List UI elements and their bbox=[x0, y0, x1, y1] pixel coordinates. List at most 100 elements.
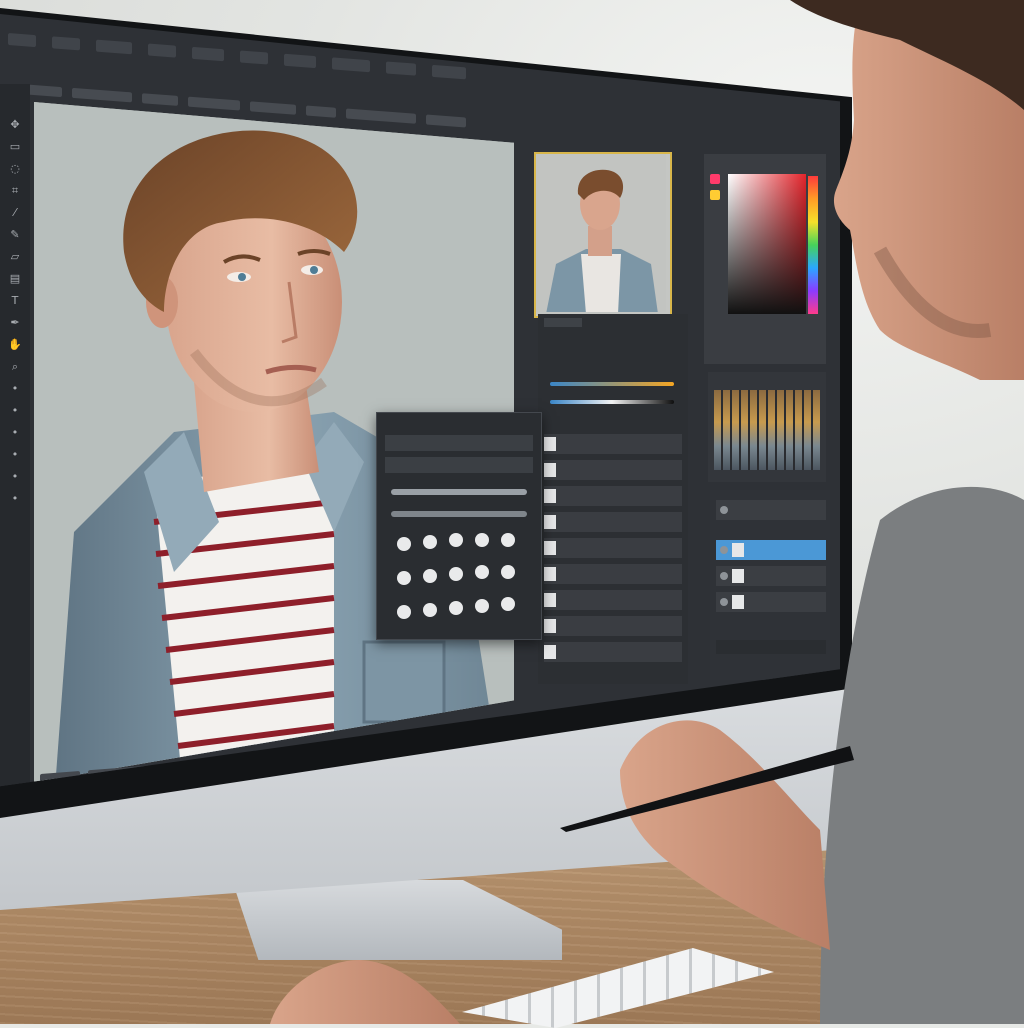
brush-preset[interactable] bbox=[397, 537, 411, 551]
brush-preset[interactable] bbox=[501, 565, 515, 579]
list-thumbnail bbox=[544, 541, 556, 555]
menu-item[interactable] bbox=[240, 50, 268, 65]
menu-item[interactable] bbox=[52, 36, 80, 51]
crop-icon[interactable]: ⌗ bbox=[8, 184, 22, 198]
options-chip[interactable] bbox=[250, 101, 296, 115]
navigator-thumbnail[interactable] bbox=[534, 152, 672, 318]
list-item[interactable] bbox=[544, 434, 682, 454]
brush-size-slider[interactable] bbox=[391, 489, 527, 495]
brush-preset[interactable] bbox=[475, 565, 489, 579]
dot-icon[interactable]: • bbox=[8, 404, 22, 418]
list-thumbnail bbox=[544, 463, 556, 477]
list-item[interactable] bbox=[544, 564, 682, 584]
hand-icon[interactable]: ✋ bbox=[8, 338, 22, 352]
options-chip[interactable] bbox=[72, 87, 132, 103]
type-icon[interactable]: T bbox=[8, 294, 22, 308]
list-item[interactable] bbox=[544, 616, 682, 636]
brush-preset[interactable] bbox=[397, 571, 411, 585]
layer-row[interactable] bbox=[716, 500, 826, 520]
brush-preset[interactable] bbox=[475, 599, 489, 613]
list-thumbnail bbox=[544, 593, 556, 607]
eye-icon[interactable] bbox=[720, 546, 728, 554]
layers-panel bbox=[710, 490, 830, 680]
list-thumbnail bbox=[544, 489, 556, 503]
options-chip[interactable] bbox=[426, 114, 466, 128]
dot-icon[interactable]: • bbox=[8, 426, 22, 440]
eye-icon[interactable] bbox=[720, 506, 728, 514]
swatches-panel bbox=[708, 372, 826, 482]
thumbnail-portrait bbox=[536, 154, 666, 312]
layer-thumbnail bbox=[732, 595, 744, 609]
layer-row-selected[interactable] bbox=[716, 540, 826, 560]
list-thumbnail bbox=[544, 567, 556, 581]
dialog-field[interactable] bbox=[385, 435, 533, 451]
brush-preset[interactable] bbox=[475, 533, 489, 547]
brush-preset[interactable] bbox=[423, 535, 437, 549]
gradient-icon[interactable]: ▤ bbox=[8, 272, 22, 286]
brush-preset[interactable] bbox=[501, 533, 515, 547]
eye-icon[interactable] bbox=[720, 598, 728, 606]
menu-item[interactable] bbox=[284, 53, 316, 69]
list-thumbnail bbox=[544, 437, 556, 451]
tools-panel: ✥ ▭ ◌ ⌗ ⁄ ✎ ▱ ▤ T ✒ ✋ ⌕ • • • • • • bbox=[0, 84, 30, 787]
menu-item[interactable] bbox=[192, 46, 224, 62]
adjustments-panel bbox=[538, 314, 688, 684]
options-chip[interactable] bbox=[142, 93, 178, 106]
menu-item[interactable] bbox=[332, 57, 370, 73]
menu-item[interactable] bbox=[386, 61, 416, 76]
list-item[interactable] bbox=[544, 512, 682, 532]
list-item[interactable] bbox=[544, 590, 682, 610]
background-color-swatch[interactable] bbox=[710, 190, 720, 200]
brush-preset[interactable] bbox=[449, 601, 463, 615]
foreground-color-swatch[interactable] bbox=[710, 174, 720, 184]
menu-item[interactable] bbox=[96, 39, 132, 55]
marquee-icon[interactable]: ▭ bbox=[8, 140, 22, 154]
eye-icon[interactable] bbox=[720, 572, 728, 580]
list-thumbnail bbox=[544, 645, 556, 659]
dot-icon[interactable]: • bbox=[8, 382, 22, 396]
brush-preset[interactable] bbox=[449, 567, 463, 581]
editor-screen: ✥ ▭ ◌ ⌗ ⁄ ✎ ▱ ▤ T ✒ ✋ ⌕ • • • • • • bbox=[0, 14, 840, 787]
layer-thumbnail bbox=[732, 543, 744, 557]
move-icon[interactable]: ✥ bbox=[8, 118, 22, 132]
saturation-value-field[interactable] bbox=[728, 174, 806, 314]
dialog-field[interactable] bbox=[385, 457, 533, 473]
brush-preset[interactable] bbox=[449, 533, 463, 547]
list-item[interactable] bbox=[544, 460, 682, 480]
brush-icon[interactable]: ✎ bbox=[8, 228, 22, 242]
options-chip[interactable] bbox=[346, 108, 416, 124]
swatch-grid[interactable] bbox=[714, 390, 820, 470]
adjust-slider[interactable] bbox=[550, 382, 674, 386]
zoom-icon[interactable]: ⌕ bbox=[8, 360, 22, 374]
layer-row[interactable] bbox=[716, 592, 826, 612]
list-item[interactable] bbox=[544, 642, 682, 662]
layer-row[interactable] bbox=[716, 640, 826, 654]
dot-icon[interactable]: • bbox=[8, 492, 22, 506]
brush-preset[interactable] bbox=[501, 597, 515, 611]
eraser-icon[interactable]: ▱ bbox=[8, 250, 22, 264]
eyedropper-icon[interactable]: ⁄ bbox=[8, 206, 22, 220]
menu-item[interactable] bbox=[432, 64, 466, 80]
hue-slider[interactable] bbox=[808, 176, 818, 314]
list-thumbnail bbox=[544, 515, 556, 529]
options-chip[interactable] bbox=[188, 96, 240, 111]
brush-settings-dialog bbox=[376, 412, 542, 640]
list-item[interactable] bbox=[544, 538, 682, 558]
brush-preset[interactable] bbox=[397, 605, 411, 619]
adjust-slider[interactable] bbox=[550, 400, 674, 404]
lasso-icon[interactable]: ◌ bbox=[8, 162, 22, 176]
list-item[interactable] bbox=[544, 486, 682, 506]
menu-item[interactable] bbox=[8, 33, 36, 48]
brush-preset[interactable] bbox=[423, 569, 437, 583]
layer-thumbnail bbox=[732, 569, 744, 583]
brush-preset[interactable] bbox=[423, 603, 437, 617]
layer-row[interactable] bbox=[716, 566, 826, 586]
dot-icon[interactable]: • bbox=[8, 470, 22, 484]
options-chip[interactable] bbox=[306, 105, 336, 118]
pen-icon[interactable]: ✒ bbox=[8, 316, 22, 330]
menu-item[interactable] bbox=[148, 43, 176, 58]
list-thumbnail bbox=[544, 619, 556, 633]
adjustments-title bbox=[544, 318, 582, 327]
dot-icon[interactable]: • bbox=[8, 448, 22, 462]
brush-hardness-slider[interactable] bbox=[391, 511, 527, 517]
